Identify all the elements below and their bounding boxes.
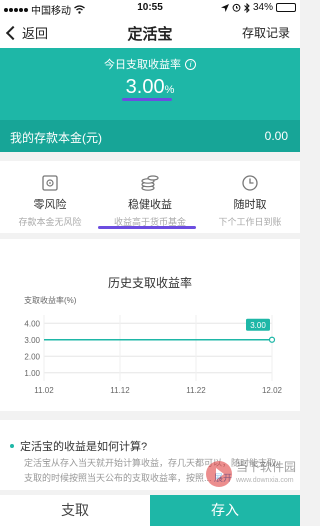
feature-subtitle: 下个工作日到账	[218, 217, 282, 227]
bullet-icon	[10, 444, 14, 448]
deposit-button[interactable]: 存入	[150, 495, 300, 526]
nav-bar: 返回 定活宝 存取记录	[0, 16, 300, 48]
y-tick-label: 1.00	[24, 369, 40, 378]
value-tag-label: 3.00	[250, 321, 266, 330]
clock-icon	[242, 175, 258, 191]
battery-percent: 34%	[252, 2, 273, 13]
status-bar: 中国移动 10:55 34%	[0, 0, 300, 17]
status-right: 34%	[220, 2, 296, 13]
feature-title: 随时取	[233, 199, 267, 211]
feature-subtitle: 存款本金无风险	[18, 217, 82, 227]
feature-zero-risk: 零风险 存款本金无风险	[0, 161, 100, 233]
feature-withdraw-anytime: 随时取 下个工作日到账	[200, 161, 300, 233]
watermark-title: 当下软件园	[235, 460, 296, 474]
rate-value: 3.00%	[0, 76, 300, 99]
x-tick-label: 11.12	[110, 386, 130, 395]
battery-icon	[276, 3, 296, 12]
rate-label: 今日支取收益率	[104, 59, 181, 71]
y-tick-label: 4.00	[24, 319, 40, 328]
back-button[interactable]: 返回	[5, 23, 49, 42]
y-tick-label: 3.00	[24, 336, 40, 345]
coins-icon	[141, 175, 159, 191]
rate-history-chart: 4.00 3.00 2.00 1.00 11.02 11.12 11.22 12.02 3.00	[24, 315, 283, 395]
watermark-logo-icon	[205, 461, 232, 487]
rate-unit: %	[164, 84, 175, 96]
watermark-text: 当下软件园 www.downxia.com	[236, 461, 296, 487]
records-link[interactable]: 存取记录	[242, 24, 290, 41]
data-point	[268, 336, 276, 343]
rate-number: 3.00	[125, 76, 165, 98]
faq-question-text: 定活宝的收益是如何计算?	[20, 441, 148, 453]
bottom-action-bar: 支取 存入	[0, 495, 300, 526]
withdraw-button[interactable]: 支取	[0, 495, 150, 526]
feature-title: 稳健收益	[128, 199, 172, 211]
y-tick-label: 2.00	[24, 352, 40, 361]
deposit-label: 我的存款本金(元)	[10, 131, 102, 145]
deposit-value: 0.00	[264, 129, 288, 143]
info-icon[interactable]: i	[185, 58, 196, 70]
alarm-icon	[232, 3, 241, 12]
bluetooth-icon	[244, 2, 250, 13]
x-tick-label: 11.02	[34, 386, 54, 395]
x-tick-label: 12.02	[262, 386, 283, 395]
safe-icon	[42, 175, 58, 191]
feature-title: 零风险	[33, 199, 67, 211]
feature-highlight-mark	[98, 226, 196, 229]
back-label: 返回	[22, 26, 49, 41]
watermark: 当下软件园 www.downxia.com	[205, 461, 296, 487]
feature-stable-return: 稳健收益 收益高于货币基金	[100, 161, 200, 233]
chevron-left-icon	[5, 25, 21, 41]
location-icon	[220, 3, 229, 12]
history-chart-card: 历史支取收益率 支取收益率(%) 4.00 3.00 2.00 1.00 11.02 11…	[0, 239, 300, 411]
watermark-url: www.downxia.com	[235, 477, 294, 484]
deposit-row: 我的存款本金(元) 0.00	[0, 120, 300, 152]
rate-header: 今日支取收益率 i 3.00% 我的存款本金(元) 0.00	[0, 48, 300, 152]
rate-highlight-mark	[122, 98, 172, 101]
x-tick-label: 11.22	[186, 386, 206, 395]
rate-label-row: 今日支取收益率 i	[0, 56, 300, 72]
faq-question[interactable]: 定活宝的收益是如何计算?	[10, 438, 147, 454]
features-row: 零风险 存款本金无风险 稳健收益 收益高于货币基金 随时取 下个工作日到账	[0, 161, 300, 233]
